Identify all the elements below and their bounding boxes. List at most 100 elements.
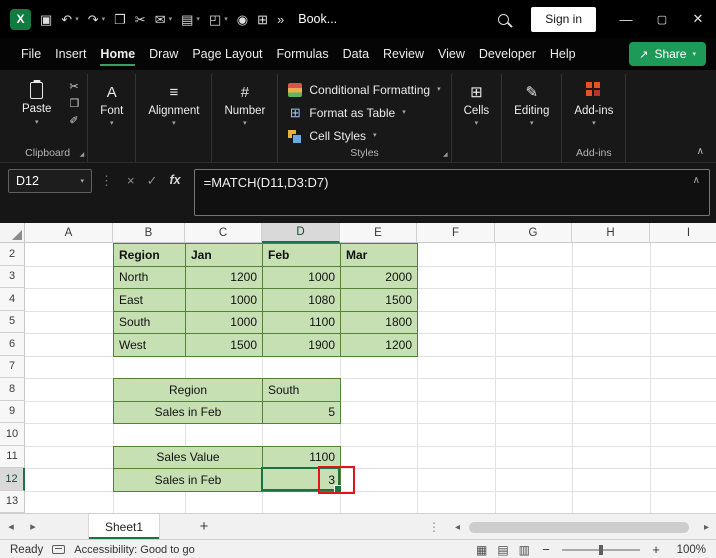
row-header-12[interactable]: 12	[0, 468, 25, 491]
cell[interactable]: 5	[263, 401, 341, 424]
menu-tab-formulas[interactable]: Formulas	[270, 39, 336, 70]
sheet-tab-sheet1[interactable]: Sheet1	[88, 514, 160, 539]
column-header-i[interactable]: I	[650, 223, 716, 243]
column-header-g[interactable]: G	[495, 223, 572, 243]
formula-input[interactable]: =MATCH(D11,D3:D7) ∧	[194, 169, 710, 216]
cell[interactable]: South	[263, 379, 341, 402]
cut-icon[interactable]: ✂	[135, 13, 146, 26]
cell[interactable]: 1500	[186, 334, 263, 357]
ribbon-group-font[interactable]: AFont▾	[88, 74, 136, 162]
new-sheet-button[interactable]: +	[194, 518, 214, 535]
camera-icon[interactable]: ◉	[237, 13, 248, 26]
column-header-c[interactable]: C	[185, 223, 262, 243]
print-icon[interactable]: ▤	[181, 13, 193, 26]
row-header-6[interactable]: 6	[0, 333, 25, 356]
cell[interactable]: 1000	[263, 266, 341, 289]
cell[interactable]: 1900	[263, 334, 341, 357]
zoom-slider[interactable]	[562, 549, 640, 551]
cell[interactable]: East	[114, 289, 186, 312]
cell[interactable]: 1100	[263, 446, 341, 469]
cell[interactable]: Sales Value	[114, 446, 263, 469]
insert-function-icon[interactable]: fx	[164, 169, 187, 187]
column-header-b[interactable]: B	[113, 223, 185, 243]
cell[interactable]: 3	[263, 469, 341, 492]
insert-table-icon[interactable]: ⊞	[257, 13, 268, 26]
minimize-button[interactable]: —	[608, 0, 644, 38]
cell[interactable]: 1200	[186, 266, 263, 289]
row-header-8[interactable]: 8	[0, 378, 25, 401]
cell[interactable]: Region	[114, 379, 263, 402]
menu-tab-draw[interactable]: Draw	[142, 39, 185, 70]
clipboard-dialog-launcher-icon[interactable]: ◢	[80, 151, 85, 158]
save-icon[interactable]: ▣	[40, 13, 52, 26]
ribbon-group-number[interactable]: #Number▾	[212, 74, 278, 162]
cell[interactable]: 1200	[341, 334, 418, 357]
name-box[interactable]: D12 ▾	[8, 169, 92, 193]
horizontal-scrollbar[interactable]: ◂ ▸	[451, 518, 713, 536]
cell[interactable]: Mar	[341, 244, 418, 267]
redo-icon[interactable]: ↷	[88, 13, 99, 26]
ribbon-item-format-as-table[interactable]: ⊞Format as Table▾	[286, 102, 442, 123]
column-header-f[interactable]: F	[417, 223, 495, 243]
row-header-10[interactable]: 10	[0, 423, 25, 446]
search-icon[interactable]	[498, 14, 509, 25]
zoom-slider-thumb[interactable]	[599, 545, 603, 555]
maximize-button[interactable]: ▢	[644, 0, 680, 38]
format-painter-icon[interactable]: ✐	[69, 116, 79, 127]
dropdown-chevron-icon[interactable]: ▾	[102, 15, 106, 23]
menu-tab-view[interactable]: View	[431, 39, 472, 70]
enter-icon[interactable]: ✓	[141, 169, 164, 189]
row-header-11[interactable]: 11	[0, 446, 25, 469]
dropdown-chevron-icon[interactable]: ▾	[224, 15, 228, 23]
menu-tab-file[interactable]: File	[14, 39, 48, 70]
styles-dialog-launcher-icon[interactable]: ◢	[443, 151, 448, 158]
scroll-right-icon[interactable]: ▸	[700, 522, 713, 533]
page-break-view-icon[interactable]: ▥	[519, 543, 530, 557]
scrollbar-thumb[interactable]	[469, 522, 689, 533]
ribbon-group-alignment[interactable]: ≡Alignment▾	[136, 74, 212, 162]
row-header-4[interactable]: 4	[0, 288, 25, 311]
tab-scrollbar-splitter[interactable]: ⋮	[428, 520, 440, 534]
zoom-out-button[interactable]: −	[540, 542, 552, 557]
cell[interactable]: 1800	[341, 311, 418, 334]
copy-icon[interactable]: ❐	[114, 13, 126, 26]
copy-icon[interactable]: ❐	[69, 99, 79, 110]
column-header-h[interactable]: H	[572, 223, 650, 243]
ribbon-item-cell-styles[interactable]: Cell Styles▾	[286, 125, 442, 146]
zoom-percentage[interactable]: 100%	[672, 544, 706, 556]
menu-tab-insert[interactable]: Insert	[48, 39, 93, 70]
column-header-e[interactable]: E	[340, 223, 417, 243]
select-all-corner[interactable]	[0, 223, 25, 243]
excel-logo[interactable]: X	[10, 9, 31, 30]
scrollbar-track[interactable]	[467, 522, 697, 533]
cell[interactable]: South	[114, 311, 186, 334]
more-commands-icon[interactable]: »	[277, 13, 284, 26]
sign-in-button[interactable]: Sign in	[531, 7, 596, 32]
ribbon-item-conditional-formatting[interactable]: Conditional Formatting▾	[286, 79, 442, 100]
cell[interactable]: 1080	[263, 289, 341, 312]
macro-record-icon[interactable]	[52, 545, 65, 554]
cell[interactable]: 2000	[341, 266, 418, 289]
cell[interactable]: Region	[114, 244, 186, 267]
scroll-left-icon[interactable]: ◂	[451, 522, 464, 533]
normal-view-icon[interactable]: ▦	[476, 543, 487, 557]
cell[interactable]: Sales in Feb	[114, 401, 263, 424]
dropdown-chevron-icon[interactable]: ▾	[196, 15, 200, 23]
cell[interactable]: Sales in Feb	[114, 469, 263, 492]
close-button[interactable]: ✕	[680, 0, 716, 38]
cell[interactable]: Feb	[263, 244, 341, 267]
cell[interactable]: West	[114, 334, 186, 357]
ribbon-group-cells[interactable]: ⊞Cells▾	[452, 74, 503, 162]
zoom-in-button[interactable]: +	[650, 542, 662, 557]
cancel-icon[interactable]: ×	[121, 169, 141, 188]
row-header-3[interactable]: 3	[0, 266, 25, 289]
formula-bar-splitter[interactable]: ⋮	[92, 169, 121, 189]
menu-tab-data[interactable]: Data	[336, 39, 376, 70]
cell[interactable]: 1500	[341, 289, 418, 312]
sheet-nav-left-icon[interactable]: ◂	[0, 520, 22, 533]
dropdown-chevron-icon[interactable]: ▾	[169, 15, 173, 23]
paste-icon[interactable]: ◰	[209, 13, 221, 26]
mail-icon[interactable]: ✉	[155, 13, 166, 26]
undo-icon[interactable]: ↶	[61, 13, 72, 26]
cell[interactable]: 1100	[263, 311, 341, 334]
